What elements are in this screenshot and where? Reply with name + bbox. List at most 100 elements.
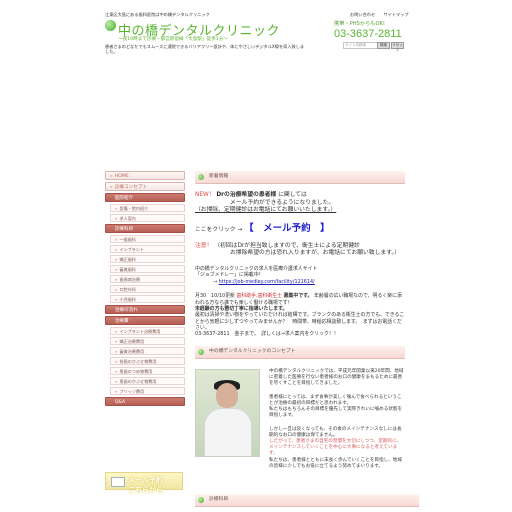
recruit-body-3: 最初は清掃や洗い物をやっていただければ結構です。ブランクのある衛生士の方でも、で… (195, 312, 405, 331)
doctor-photo (195, 368, 260, 457)
sidebar-item-label: 奥歯のかぶせ物費用 (119, 379, 157, 384)
arrow-right-icon: » (110, 196, 113, 201)
mail-reservation-text: メール予約 こちらから (128, 475, 163, 495)
sidebar-item-label: 矯正歯科 (119, 257, 136, 262)
notice-text: （初回はDrが担当致しますので、衛生士による定期健診 (214, 242, 360, 249)
sidebar-item-aesthetic[interactable]: » 審美歯科 (110, 265, 185, 273)
reset-button[interactable]: リセット (391, 42, 404, 52)
arrow-right-icon: » (115, 216, 118, 221)
arrow-right-icon: » (110, 319, 113, 324)
arrow-right-icon: » (115, 277, 118, 282)
recruit-contact[interactable]: 03-3637-2811 金子まで。 詳しくは→求人案内をクリック！！ (195, 331, 405, 337)
mail-reservation-link[interactable]: 【 メール予約 】 (244, 223, 330, 234)
recruit-block: 中の橋デンタルクリニックの求人を医療介護求人サイト 「ジョブメドレー」に掲載中！… (195, 266, 405, 338)
sidebar-item-facilities[interactable]: » 設備・院内紹介 (110, 204, 185, 212)
sidebar-item-label: ブリッジ費用 (119, 389, 145, 394)
concept-section: 中の橋デンタルクリニックのコンセプト 中の橋デンタルクリニックでは、平成元年開業… (195, 345, 405, 477)
concept-paragraph: したがって、患者さまの自宅の習慣を大切にしつつ、定期的に、メインテナンスしていく… (269, 439, 402, 457)
sidebar-item-label: 求人案内 (119, 216, 136, 221)
sidebar-item-pediatric[interactable]: » 小児歯科 (110, 295, 185, 303)
sidebar-item-recruit[interactable]: » 求人案内 (110, 214, 185, 222)
green-ball-icon (198, 497, 204, 503)
arrow-right-icon: » (115, 287, 118, 292)
sidebar-item-oral-surgery[interactable]: » 口腔外科 (110, 285, 185, 293)
sidebar-section-departments[interactable]: » 診療科目 (105, 224, 185, 233)
sidebar-section-flow[interactable]: » 治療の流れ (105, 305, 185, 314)
main-content: 新着情報 NEW！ Drの治療希望の患者様 に関しては メール予約ができるように… (195, 171, 405, 477)
arrow-right-icon: » (115, 349, 118, 354)
mail-reservation-line-2: こちらから (128, 486, 163, 494)
site-search-input[interactable]: サイト内検索 (343, 42, 379, 49)
sidebar-item-aesthetic-fees[interactable]: » 審美治療費用 (110, 347, 185, 355)
mail-reservation-line-1: メール予約 (128, 476, 163, 484)
sidebar-item-label: 治療費 (114, 319, 129, 324)
sidebar-item-label: インプラント治療費用 (119, 329, 161, 334)
sidebar-item-label: 歯周病治療 (119, 277, 140, 282)
concept-heading-text: 中の橋デンタルクリニックのコンセプト (209, 348, 296, 354)
clinic-intro: 患者さまのどなたでもスムーズに通院できるバリアフリー設計や、体にやさしいデジタル… (105, 44, 305, 55)
sidebar-section-faq[interactable]: » Q&A (105, 397, 185, 406)
phone-number[interactable]: 03-3637-2811 (334, 28, 402, 40)
arrow-right-icon: » (115, 379, 118, 384)
sidebar-item-label: 前歯のかぶせ物費用 (119, 359, 157, 364)
sidebar-item-front-crown-fees[interactable]: » 前歯のかぶせ物費用 (110, 357, 185, 365)
job-medley-link[interactable]: https://job-medley.com/facility/121614/ (219, 279, 315, 285)
concept-paragraph: 私たちはもちろんその目標を優先して実際きれいに噛める状態を目指します。 (269, 407, 403, 419)
concept-paragraph: しかし一旦は良くなっても、その後のメインテナンスなしには長期的なお口の健康は保て… (269, 427, 402, 439)
cleaning-note: （お掃除、定期健診はお電話にてお願いいたします。） (195, 207, 337, 214)
sidebar-item-orthodontics[interactable]: » 矯正歯科 (110, 255, 185, 263)
sidebar-item-label: インプラント (119, 247, 144, 252)
concept-text: 中の橋デンタルクリニックでは、平成元年開業以来20年間、地域に密着した医療を行な… (269, 369, 405, 470)
sidebar-item-ortho-fees[interactable]: » 矯正治療費用 (110, 337, 185, 345)
sidebar-item-periodontal[interactable]: » 歯周病治療 (110, 275, 185, 283)
sidebar-item-implant[interactable]: » インプラント (110, 245, 185, 253)
top-link-sitemap[interactable]: サイトマップ (383, 12, 408, 17)
mail-note: メール予約ができるようになりました。 (230, 199, 335, 206)
concept-paragraph: 私たちは、患者様とともに末長く歩んでいくことを目指し、地域の皆様に少しでもお役に… (269, 457, 402, 469)
sidebar-item-home[interactable]: » HOME (105, 171, 185, 180)
sidebar-section-clinic[interactable]: » 医院紹介 (105, 193, 185, 202)
mail-reservation-banner[interactable]: メール予約 こちらから (105, 472, 183, 494)
search-button[interactable]: 検索 (377, 42, 390, 49)
arrow-right-icon: » (115, 339, 118, 344)
recruit-time: 月30 10/10更新 (195, 293, 235, 300)
arrow-right-icon: » (115, 206, 118, 211)
recruit-line: 月30 10/10更新 歯科助手,歯科衛生士 募集中です。 年齢層の広い職場なの… (195, 293, 405, 306)
departments-heading-text: 診療科目 (209, 497, 229, 502)
recruit-open: 募集中です。 (283, 293, 313, 300)
sidebar-section-fees[interactable]: » 治療費 (105, 316, 185, 325)
sidebar-item-label: 診療コンセプト (114, 185, 147, 190)
sidebar-item-label: 小児歯科 (119, 297, 136, 302)
notice-label: 注意！ (195, 242, 213, 249)
arrow-right-icon: » (115, 297, 118, 302)
concept-paragraph: 中の橋デンタルクリニックでは、平成元年開業以来20年間、地域に密着した医療を行な… (269, 368, 404, 386)
arrow-right-icon: » (110, 400, 113, 405)
sidebar-item-bridge-fees[interactable]: » ブリッジ費用 (110, 387, 185, 395)
sidebar-item-implant-fees[interactable]: » インプラント治療費用 (110, 327, 185, 335)
departments-heading: 診療科目 (195, 494, 419, 507)
top-links: お問い合わせ サイトマップ (343, 12, 409, 17)
clinic-subtitle: ～夜19時まで診療・都営新宿線「大島駅」徒歩1分～ (118, 37, 228, 42)
news-heading: 新着情報 (195, 171, 405, 184)
arrow-right-icon: » (115, 359, 118, 364)
arrow-right-icon: » (115, 329, 118, 334)
sidebar-item-general[interactable]: » 一般歯科 (110, 235, 185, 243)
arrow-right-icon: » (115, 247, 118, 252)
sidebar-item-label: HOME (114, 174, 129, 179)
clinic-logo-icon (105, 20, 116, 31)
sidebar-item-label: 矯正治療費用 (119, 339, 145, 344)
click-here-text: ここをクリック (195, 226, 236, 233)
sidebar-item-back-filling-fees[interactable]: » 奥歯のつめ物費用 (110, 367, 185, 375)
sidebar-item-back-crown-fees[interactable]: » 奥歯のかぶせ物費用 (110, 377, 185, 385)
arrow-right-icon: » (115, 237, 118, 242)
sidebar-item-label: 診療科目 (114, 227, 134, 232)
sidebar-item-label: 設備・院内紹介 (119, 206, 149, 211)
news-heading-text: 新着情報 (209, 174, 229, 179)
sidebar-item-label: 一般歯科 (119, 237, 136, 242)
arrow-right-icon: » (115, 389, 118, 394)
top-link-contact[interactable]: お問い合わせ (350, 12, 375, 17)
sidebar-item-label: Q&A (114, 400, 126, 405)
sidebar-item-concept[interactable]: » 診療コンセプト (105, 182, 185, 191)
phone-label: 携帯・PHSからもOK! (334, 21, 386, 27)
notice-text-2: お掃除希望の方は恐れ入りますが、お電話にてお願い致します。） (230, 250, 401, 257)
